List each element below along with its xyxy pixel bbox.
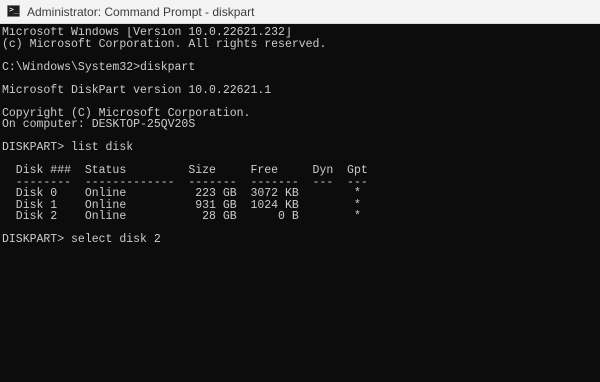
disk-table-row: Disk 2 Online 28 GB 0 B *: [2, 210, 361, 223]
window-title: Administrator: Command Prompt - diskpart: [27, 5, 255, 19]
cmd-icon-glyph: >_: [9, 5, 19, 14]
command-prompt-line[interactable]: DISKPART> select disk 2: [2, 234, 600, 246]
command-prompt-window: >_ Administrator: Command Prompt - diskp…: [0, 0, 600, 382]
console-line: Microsoft DiskPart version 10.0.22621.1: [2, 83, 272, 97]
title-bar[interactable]: >_ Administrator: Command Prompt - diskp…: [0, 0, 600, 24]
cmd-icon[interactable]: >_: [7, 5, 20, 17]
console-line: (c) Microsoft Corporation. All rights re…: [2, 37, 327, 51]
console-line: DISKPART> list disk: [2, 141, 134, 154]
console-output[interactable]: Microsoft Windows [Version 10.0.22621.23…: [0, 27, 600, 382]
console-line: Microsoft Windows [Version 10.0.22621.23…: [2, 27, 292, 39]
console-line: On computer: DESKTOP-25QV20S: [2, 118, 196, 131]
console-line: C:\Windows\System32>diskpart: [2, 60, 196, 74]
disk-table-row: Disk 0 Online 223 GB 3072 KB *: [2, 187, 361, 200]
disk-table-header: Disk ### Status Size Free Dyn Gpt: [2, 164, 368, 177]
